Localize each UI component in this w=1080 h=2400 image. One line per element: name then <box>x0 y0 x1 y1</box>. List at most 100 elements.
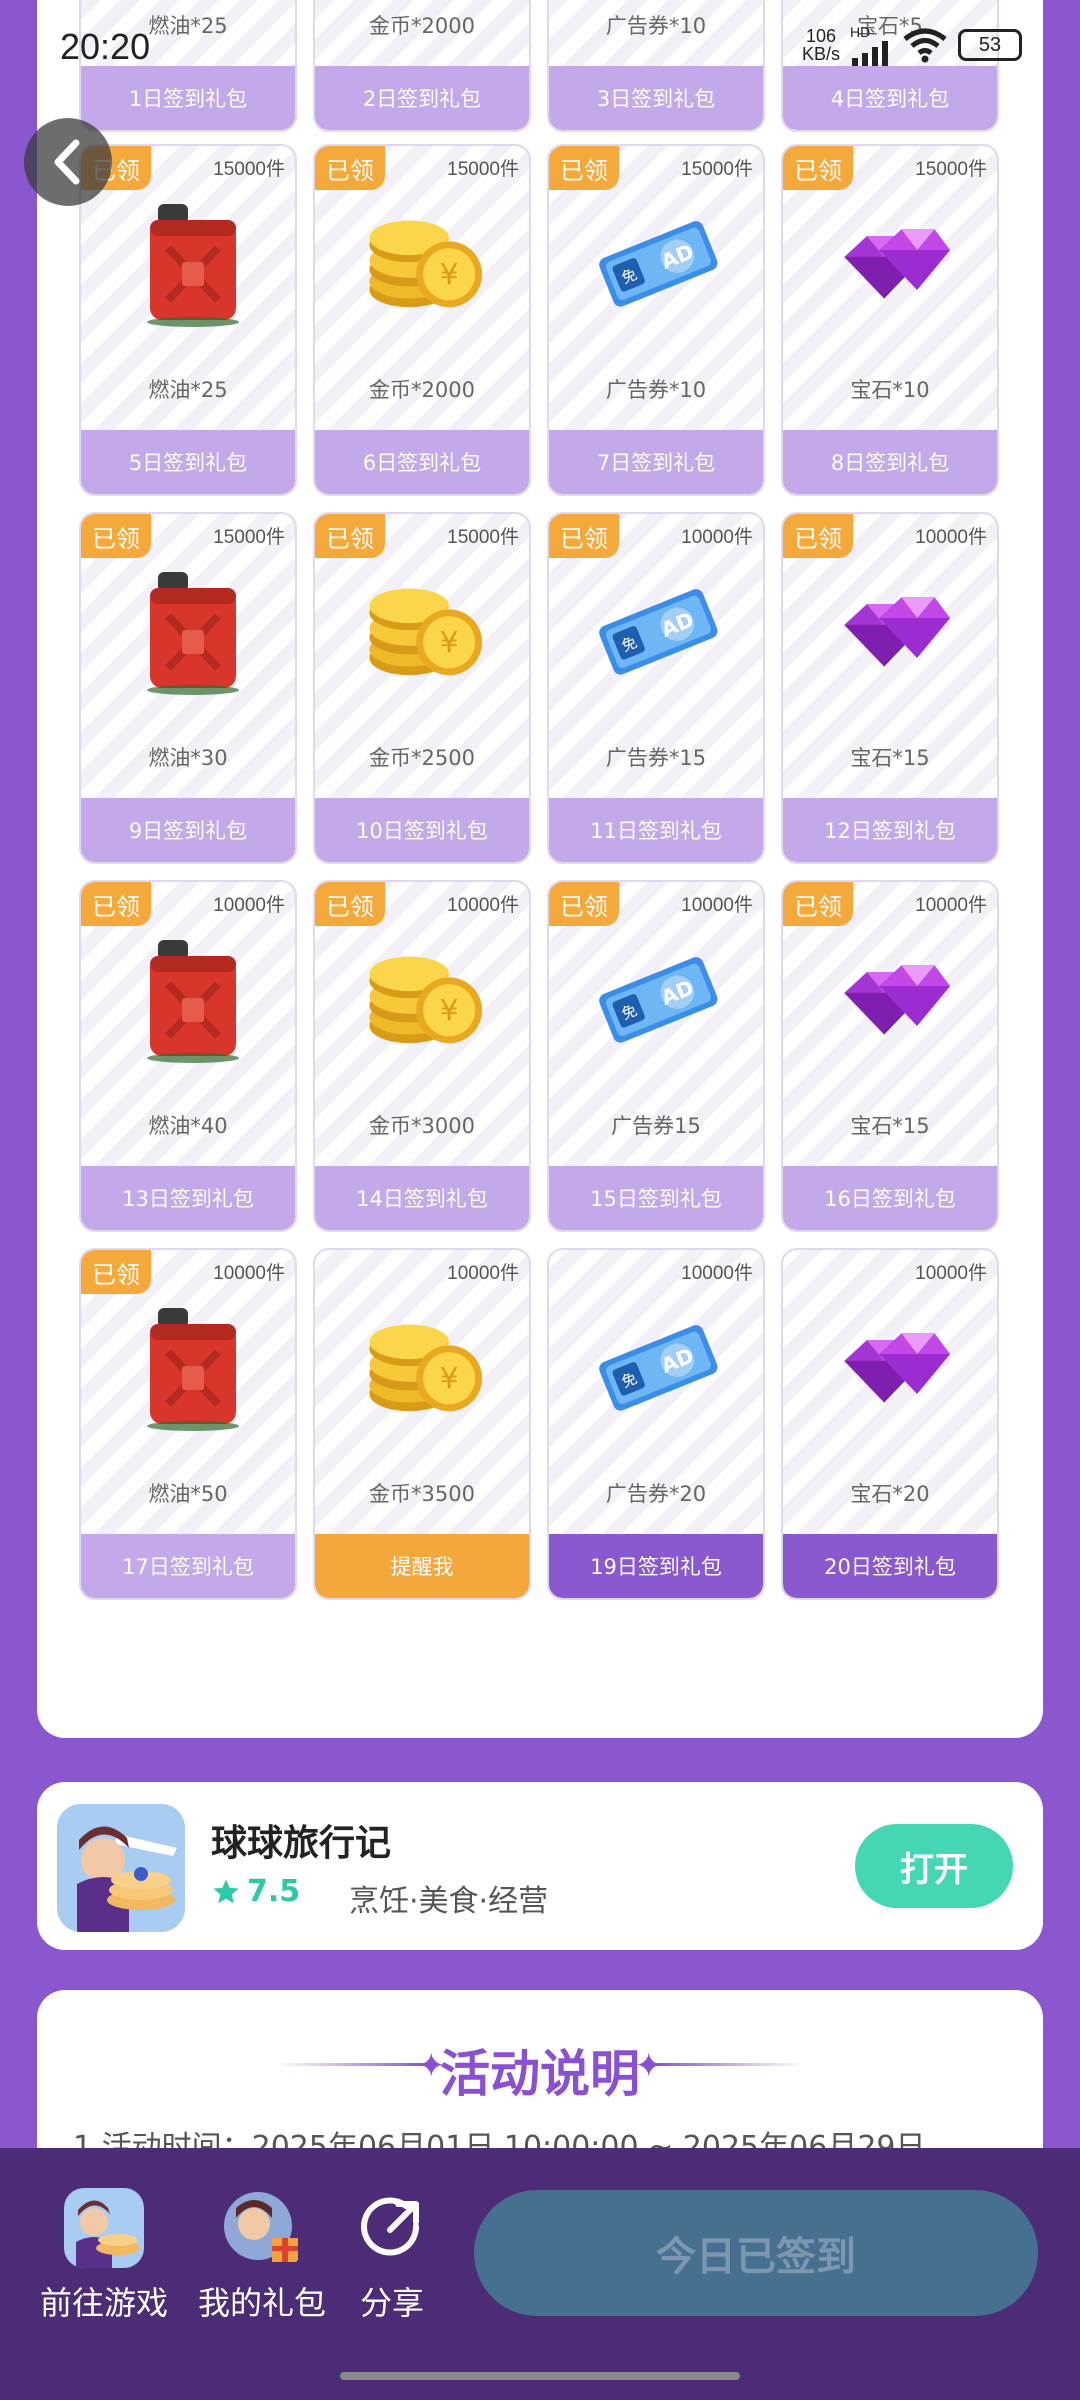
item-name: 广告券*10 <box>605 14 707 38</box>
my-gifts-button[interactable]: 我的礼包 <box>198 2188 326 2324</box>
gift-button[interactable]: 7日签到礼包 <box>549 430 763 494</box>
gift-avatar-icon <box>222 2188 302 2268</box>
coin-icon: ¥ <box>359 198 489 328</box>
share-button[interactable]: 分享 <box>352 2188 432 2324</box>
back-button[interactable] <box>24 118 112 206</box>
ad-icon: AD 免 <box>593 1302 723 1432</box>
gift-button[interactable]: 10日签到礼包 <box>315 798 529 862</box>
item-name: 广告券15 <box>611 1114 701 1138</box>
gift-button[interactable]: 1日签到礼包 <box>81 66 295 130</box>
gem-icon <box>827 566 957 696</box>
activity-title: 活动说明 <box>440 2045 640 2103</box>
item-name: 宝石*10 <box>850 378 930 402</box>
stock-count: 15000件 <box>447 527 519 548</box>
gift-button[interactable]: 2日签到礼包 <box>315 66 529 130</box>
net-speed: 106 KB/s <box>802 27 840 63</box>
item-name: 燃油*40 <box>148 1114 228 1138</box>
item-name: 金币*2500 <box>369 746 475 770</box>
gift-card: 10000件 ¥ 金币*3500 提醒我 <box>313 1248 531 1600</box>
gift-card: 10000件 AD 免广告券*20 19日签到礼包 <box>547 1248 765 1600</box>
gem-icon <box>827 198 957 328</box>
gift-button[interactable]: 13日签到礼包 <box>81 1166 295 1230</box>
coin-icon: ¥ <box>359 1302 489 1432</box>
item-name: 金币*2000 <box>369 14 475 38</box>
stock-count: 15000件 <box>681 159 753 180</box>
item-name: 宝石*15 <box>850 746 930 770</box>
home-indicator[interactable] <box>340 2372 740 2380</box>
gift-card: 已领 15000件 ¥ 金币*2500 10日签到礼包 <box>313 512 531 864</box>
battery-icon: 53 <box>958 29 1022 61</box>
stock-count: 10000件 <box>915 1263 987 1284</box>
stock-count: 10000件 <box>681 895 753 916</box>
gift-button[interactable]: 14日签到礼包 <box>315 1166 529 1230</box>
gift-card: 已领 10000件宝石*15 16日签到礼包 <box>781 880 999 1232</box>
item-name: 金币*2000 <box>369 378 475 402</box>
fuel-icon <box>125 198 255 328</box>
net-speed-value: 106 <box>805 26 837 46</box>
stock-count: 10000件 <box>447 1263 519 1284</box>
goto-game-label: 前往游戏 <box>40 2284 169 2322</box>
gift-button[interactable]: 6日签到礼包 <box>315 430 529 494</box>
gift-button[interactable]: 20日签到礼包 <box>783 1534 997 1598</box>
status-time: 20:20 <box>60 26 151 67</box>
stock-count: 15000件 <box>213 527 285 548</box>
star-icon <box>213 1879 239 1903</box>
fuel-icon <box>125 934 255 1064</box>
gift-button[interactable]: 5日签到礼包 <box>81 430 295 494</box>
gift-card: 已领 10000件 燃油*50 17日签到礼包 <box>79 1248 297 1600</box>
ad-icon: AD 免 <box>593 934 723 1064</box>
gift-card: 已领 15000件 ¥ 金币*2000 6日签到礼包 <box>313 144 531 496</box>
stock-count: 15000件 <box>447 159 519 180</box>
gift-card: 已领 10000件 AD 免广告券*15 11日签到礼包 <box>547 512 765 864</box>
gift-button[interactable]: 11日签到礼包 <box>549 798 763 862</box>
gift-card: 已领 15000件 AD 免广告券*10 7日签到礼包 <box>547 144 765 496</box>
gift-card: 已领 15000件 燃油*30 9日签到礼包 <box>79 512 297 864</box>
gift-button[interactable]: 3日签到礼包 <box>549 66 763 130</box>
game-app-icon[interactable] <box>57 1804 185 1932</box>
gift-button[interactable]: 17日签到礼包 <box>81 1534 295 1598</box>
gift-card: AD免广告券*103日签到礼包 <box>547 0 765 132</box>
my-gifts-label: 我的礼包 <box>198 2284 327 2322</box>
item-name: 宝石*15 <box>850 1114 930 1138</box>
coin-icon: ¥ <box>359 566 489 696</box>
gift-card: 已领 15000件 宝石*10 8日签到礼包 <box>781 144 999 496</box>
gift-button[interactable]: 4日签到礼包 <box>783 66 997 130</box>
sparkle-icon: ✦ <box>634 2046 664 2086</box>
gift-button[interactable]: 12日签到礼包 <box>783 798 997 862</box>
claimed-badge: 已领 <box>549 882 619 926</box>
stock-count: 10000件 <box>915 895 987 916</box>
fuel-icon <box>125 566 255 696</box>
bottom-action-bar: 前往游戏 我的礼包 分享 今日已签到 <box>0 2148 1080 2400</box>
checkin-today-button[interactable]: 今日已签到 <box>474 2190 1038 2316</box>
gift-button[interactable]: 16日签到礼包 <box>783 1166 997 1230</box>
svg-text:¥: ¥ <box>440 626 459 660</box>
battery-level: 53 <box>978 33 1002 56</box>
item-name: 广告券*10 <box>605 378 707 402</box>
claimed-badge: 已领 <box>81 882 151 926</box>
item-name: 广告券*15 <box>605 746 707 770</box>
goto-game-button[interactable]: 前往游戏 <box>40 2188 168 2324</box>
gift-button[interactable]: 9日签到礼包 <box>81 798 295 862</box>
chevron-left-icon <box>54 139 80 185</box>
game-rating-value: 7.5 <box>247 1874 301 1909</box>
gift-button[interactable]: 提醒我 <box>315 1534 529 1598</box>
claimed-badge: 已领 <box>783 882 853 926</box>
gift-button[interactable]: 15日签到礼包 <box>549 1166 763 1230</box>
svg-text:¥: ¥ <box>440 1362 459 1396</box>
game-title: 球球旅行记 <box>211 1823 392 1864</box>
item-name: 宝石*20 <box>850 1482 930 1506</box>
claimed-badge: 已领 <box>81 514 151 558</box>
gem-icon <box>827 934 957 1064</box>
claimed-badge: 已领 <box>549 146 619 190</box>
stock-count: 10000件 <box>213 895 285 916</box>
gift-button[interactable]: 19日签到礼包 <box>549 1534 763 1598</box>
stock-count: 10000件 <box>681 527 753 548</box>
gift-button[interactable]: 8日签到礼包 <box>783 430 997 494</box>
stock-count: 10000件 <box>447 895 519 916</box>
item-name: 燃油*50 <box>148 1482 228 1506</box>
game-tags: 烹饪·美食·经营 <box>349 1884 549 1919</box>
signal-icon: HD <box>850 24 892 66</box>
svg-text:¥: ¥ <box>440 994 459 1028</box>
gift-card: 已领 15000件 燃油*25 5日签到礼包 <box>79 144 297 496</box>
open-game-button[interactable]: 打开 <box>855 1824 1013 1908</box>
